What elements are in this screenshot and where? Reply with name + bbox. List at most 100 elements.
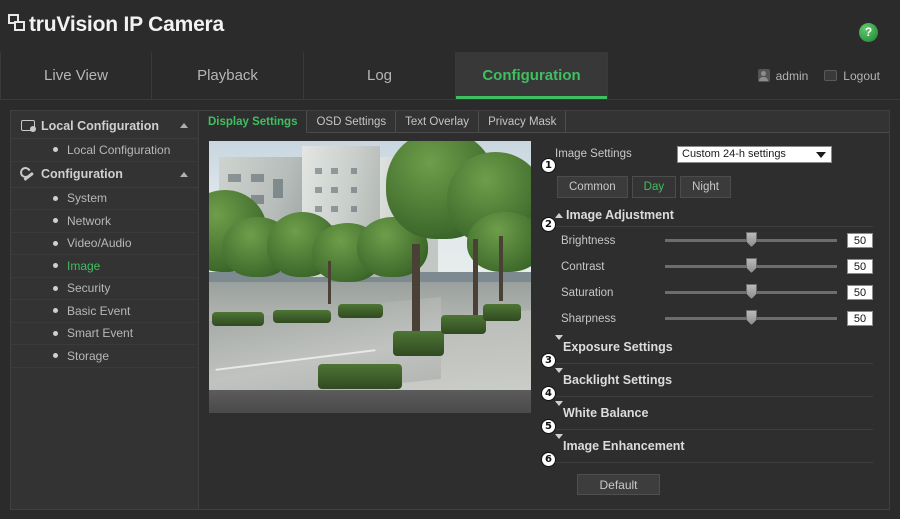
content-tabstrip: Display Settings OSD Settings Text Overl… [199, 111, 889, 133]
slider-handle[interactable] [746, 232, 757, 247]
logout-label: Logout [843, 68, 880, 83]
sidebar-group-configuration[interactable]: Configuration [11, 162, 198, 188]
slider-saturation: Saturation 50 [555, 280, 873, 305]
sidebar-item-storage[interactable]: Storage [11, 345, 198, 368]
bullet-icon [53, 285, 58, 291]
sidebar-item-video-audio[interactable]: Video/Audio [11, 233, 198, 255]
section-backlight-settings[interactable]: Backlight Settings [555, 364, 873, 397]
section-title: Backlight Settings [563, 373, 673, 387]
slider-contrast: Contrast 50 [555, 254, 873, 279]
section-title: Exposure Settings [563, 340, 673, 354]
user-label: admin [775, 68, 809, 83]
slider-track[interactable] [665, 258, 837, 273]
slider-handle[interactable] [746, 284, 757, 299]
slider-value[interactable]: 50 [847, 311, 873, 326]
sidebar-item-image[interactable]: Image [11, 255, 198, 278]
logout-button[interactable]: Logout [824, 69, 880, 83]
image-settings-select[interactable]: Custom 24-h settings [677, 145, 832, 163]
sidebar-item-basic-event[interactable]: Basic Event [11, 300, 198, 323]
sidebar-item-security[interactable]: Security [11, 278, 198, 300]
step-number-4: 4 [541, 386, 556, 401]
sidebar-group-local-configuration[interactable]: Local Configuration [11, 113, 198, 139]
sidebar-item-network[interactable]: Network [11, 210, 198, 233]
image-settings-label: Image Settings [555, 148, 632, 160]
sidebar-item-label: Video/Audio [67, 236, 132, 251]
tab-privacy-mask[interactable]: Privacy Mask [479, 111, 567, 132]
slider-label: Brightness [561, 234, 616, 247]
logout-icon [824, 70, 838, 81]
section-exposure-settings[interactable]: Exposure Settings [555, 331, 873, 364]
sidebar: Local Configuration Local Configuration … [11, 111, 199, 509]
sidebar-item-local-configuration[interactable]: Local Configuration [11, 139, 198, 162]
section-title: White Balance [563, 406, 649, 420]
step-number-1: 1 [541, 158, 556, 173]
sidebar-group-label: Local Configuration [41, 118, 160, 133]
nav-tab-playback[interactable]: Playback [152, 52, 304, 99]
chevron-down-icon [555, 335, 563, 354]
chevron-up-icon [555, 212, 563, 218]
bullet-icon [53, 240, 58, 246]
bullet-icon [53, 147, 58, 153]
slider-handle[interactable] [746, 310, 757, 325]
sidebar-item-label: System [67, 191, 108, 206]
chevron-up-icon [180, 171, 188, 177]
nav-tab-live-view[interactable]: Live View [0, 52, 152, 99]
section-title: Image Adjustment [566, 208, 674, 222]
default-button[interactable]: Default [577, 474, 660, 495]
nav-tab-log[interactable]: Log [304, 52, 456, 99]
sidebar-group-label: Configuration [41, 167, 123, 181]
sidebar-item-label: Image [67, 258, 101, 273]
sidebar-item-label: Network [67, 213, 112, 228]
chevron-down-icon [816, 151, 826, 158]
mode-segment-group: Common Day Night [557, 176, 873, 198]
tab-text-overlay[interactable]: Text Overlay [396, 111, 480, 132]
segment-common[interactable]: Common [557, 176, 628, 198]
image-settings-row: Image Settings Custom 24-h settings [555, 143, 873, 165]
tab-osd-settings[interactable]: OSD Settings [307, 111, 397, 132]
slider-handle[interactable] [746, 258, 757, 273]
section-image-enhancement[interactable]: Image Enhancement [555, 430, 873, 463]
help-icon[interactable]: ? [859, 23, 878, 42]
video-preview[interactable] [209, 141, 531, 413]
slider-value[interactable]: 50 [847, 233, 873, 248]
slider-brightness: Brightness 50 [555, 228, 873, 253]
sidebar-item-label: Basic Event [67, 303, 131, 318]
section-image-adjustment[interactable]: Image Adjustment [555, 208, 873, 227]
brand: truVision IP Camera [8, 14, 224, 36]
slider-track[interactable] [665, 284, 837, 299]
bullet-icon [53, 195, 58, 201]
step-number-5: 5 [541, 419, 556, 434]
sidebar-item-label: Smart Event [67, 326, 134, 341]
step-number-3: 3 [541, 353, 556, 368]
sidebar-item-label: Security [67, 281, 111, 296]
section-title: Image Enhancement [563, 439, 685, 453]
slider-track[interactable] [665, 232, 837, 247]
image-settings-selected-value: Custom 24-h settings [682, 148, 786, 160]
user-icon [757, 69, 770, 82]
sidebar-item-smart-event[interactable]: Smart Event [11, 323, 198, 345]
current-user[interactable]: admin [757, 68, 809, 83]
bullet-icon [53, 330, 58, 336]
tab-display-settings[interactable]: Display Settings [199, 111, 308, 133]
segment-night[interactable]: Night [680, 176, 731, 198]
brand-title: truVision IP Camera [29, 13, 225, 36]
display-settings-panel: Image Settings Custom 24-h settings Comm… [209, 141, 877, 499]
monitor-icon [21, 120, 38, 132]
step-number-2: 2 [541, 217, 556, 232]
section-white-balance[interactable]: White Balance [555, 397, 873, 430]
sidebar-item-system[interactable]: System [11, 188, 198, 210]
segment-day[interactable]: Day [631, 176, 677, 198]
truvision-logo-icon [8, 14, 28, 36]
sidebar-item-label: Storage [67, 348, 110, 363]
wrench-icon [21, 168, 38, 181]
bullet-icon [53, 218, 58, 224]
chevron-down-icon [555, 434, 563, 453]
nav-tab-configuration[interactable]: Configuration [456, 52, 608, 99]
nav-account-area: admin Logout [757, 52, 900, 99]
page-body: Local Configuration Local Configuration … [10, 110, 890, 510]
slider-value[interactable]: 50 [847, 259, 873, 274]
slider-value[interactable]: 50 [847, 285, 873, 300]
slider-label: Contrast [561, 260, 605, 273]
chevron-down-icon [555, 368, 563, 387]
slider-track[interactable] [665, 310, 837, 325]
